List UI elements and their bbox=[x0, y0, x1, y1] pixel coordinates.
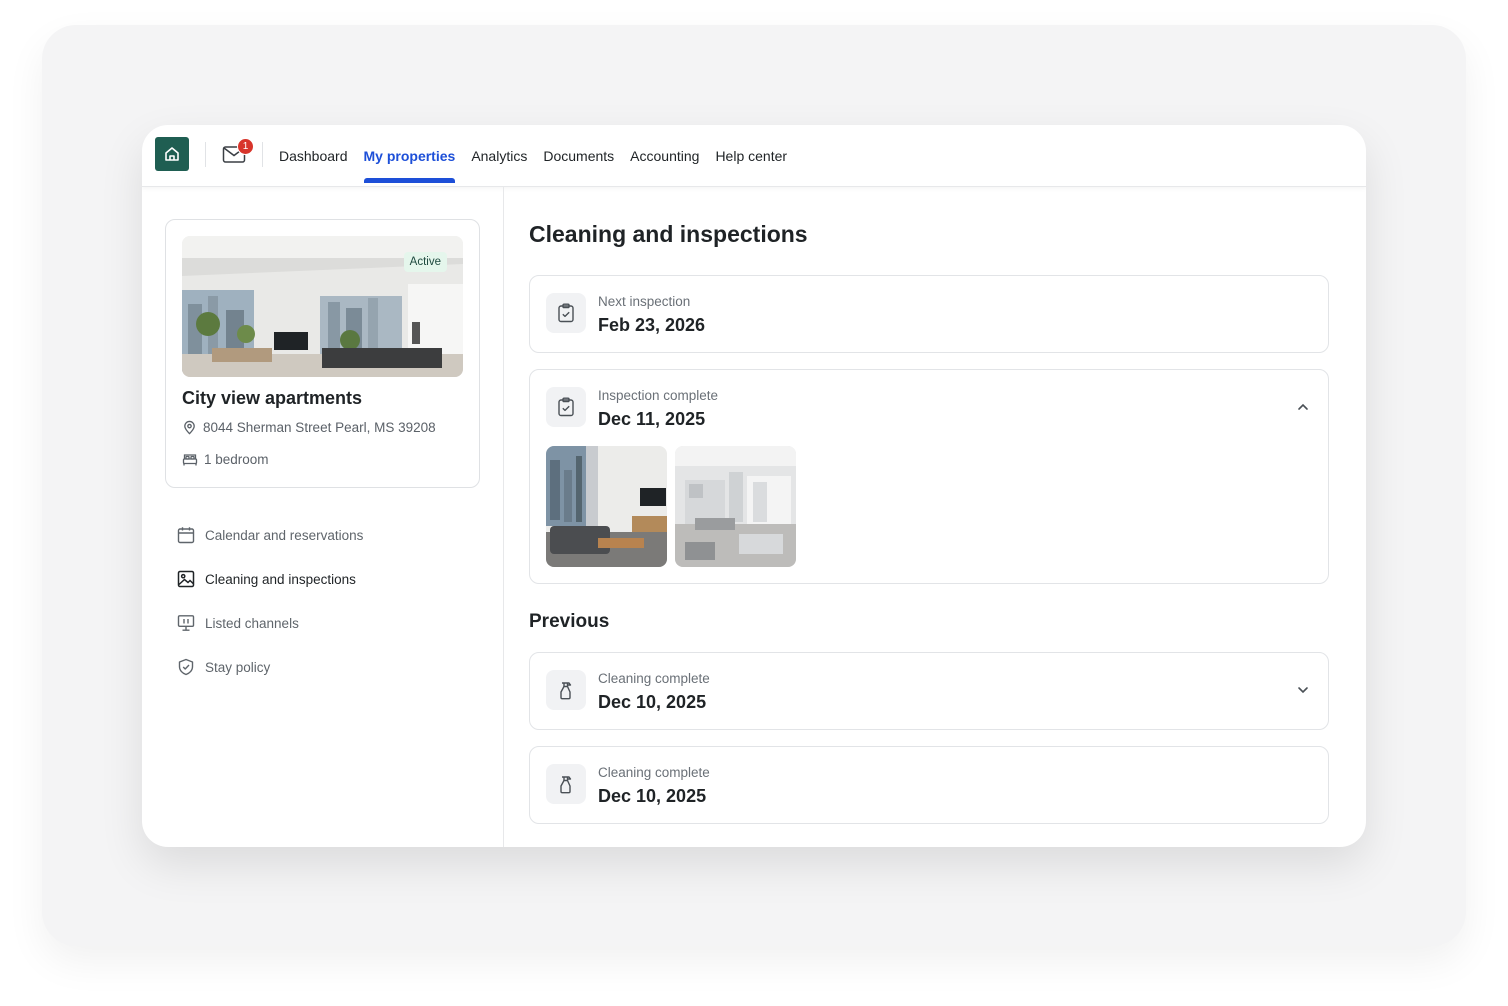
nav-my-properties[interactable]: My properties bbox=[363, 125, 455, 187]
property-bedrooms-row: 1 bedroom bbox=[182, 452, 269, 467]
main-content: Cleaning and inspections Next inspection… bbox=[505, 187, 1366, 847]
property-photo: Active bbox=[182, 236, 463, 377]
chevron-down-icon[interactable] bbox=[1296, 683, 1310, 697]
property-address: 8044 Sherman Street Pearl, MS 39208 bbox=[203, 420, 436, 435]
image-icon bbox=[177, 570, 195, 588]
card-label: Cleaning complete bbox=[598, 765, 710, 780]
home-icon bbox=[165, 147, 179, 161]
sidebar-item-channels[interactable]: Listed channels bbox=[177, 601, 363, 645]
clipboard-check-icon bbox=[558, 303, 574, 323]
card-date: Dec 10, 2025 bbox=[598, 786, 707, 806]
sidebar-item-label: Cleaning and inspections bbox=[205, 571, 356, 587]
card-date: Feb 23, 2026 bbox=[598, 315, 706, 335]
clipboard-check-icon bbox=[558, 397, 574, 417]
inspection-photo[interactable] bbox=[675, 446, 796, 567]
nav-analytics[interactable]: Analytics bbox=[471, 125, 527, 187]
calendar-icon bbox=[177, 527, 195, 544]
sidebar-item-calendar[interactable]: Calendar and reservations bbox=[177, 513, 363, 557]
inspection-photo[interactable] bbox=[546, 446, 667, 567]
card-label: Next inspection bbox=[598, 294, 691, 309]
shield-check-icon bbox=[178, 658, 194, 676]
inspection-photos bbox=[546, 446, 796, 567]
map-pin-icon bbox=[184, 420, 195, 435]
app-window: 1 Dashboard My properties Analytics Docu… bbox=[142, 125, 1366, 847]
bed-icon bbox=[182, 454, 198, 466]
property-name: City view apartments bbox=[182, 388, 363, 408]
card-label: Cleaning complete bbox=[598, 671, 710, 686]
sidebar: Active City view apartments 8044 Sherman… bbox=[142, 187, 504, 847]
nav-divider bbox=[262, 142, 263, 167]
property-address-row: 8044 Sherman Street Pearl, MS 39208 bbox=[182, 420, 436, 435]
inspection-complete-card[interactable]: Inspection complete Dec 11, 2025 bbox=[529, 369, 1329, 584]
cleaning-complete-card[interactable]: Cleaning complete Dec 10, 2025 bbox=[529, 652, 1329, 730]
previous-heading: Previous bbox=[529, 611, 610, 632]
sidebar-item-label: Calendar and reservations bbox=[205, 527, 364, 543]
property-card[interactable]: Active City view apartments 8044 Sherman… bbox=[165, 219, 480, 488]
nav-help-center[interactable]: Help center bbox=[715, 125, 787, 187]
notification-badge: 1 bbox=[237, 138, 254, 155]
spray-bottle-icon bbox=[560, 682, 572, 700]
sidebar-item-cleaning[interactable]: Cleaning and inspections bbox=[177, 557, 363, 601]
sidebar-item-label: Listed channels bbox=[205, 615, 299, 631]
property-bedrooms: 1 bedroom bbox=[204, 452, 269, 467]
card-icon-container bbox=[546, 387, 586, 427]
top-navigation: 1 Dashboard My properties Analytics Docu… bbox=[142, 125, 1366, 187]
nav-accounting[interactable]: Accounting bbox=[630, 125, 699, 187]
card-label: Inspection complete bbox=[598, 388, 719, 403]
chevron-up-icon[interactable] bbox=[1296, 400, 1310, 414]
status-badge: Active bbox=[403, 252, 447, 272]
sidebar-item-stay-policy[interactable]: Stay policy bbox=[177, 645, 363, 689]
home-logo-button[interactable] bbox=[155, 137, 189, 171]
monitor-icon bbox=[177, 615, 195, 631]
page-title: Cleaning and inspections bbox=[529, 221, 808, 247]
nav-divider bbox=[205, 142, 206, 167]
cleaning-complete-card[interactable]: Cleaning complete Dec 10, 2025 bbox=[529, 746, 1329, 824]
card-icon-container bbox=[546, 670, 586, 710]
card-icon-container bbox=[546, 764, 586, 804]
property-menu: Calendar and reservations Cleaning and i… bbox=[177, 513, 363, 689]
spray-bottle-icon bbox=[560, 776, 572, 794]
nav-documents[interactable]: Documents bbox=[543, 125, 614, 187]
card-date: Dec 11, 2025 bbox=[598, 409, 706, 429]
main-nav: Dashboard My properties Analytics Docume… bbox=[279, 125, 787, 187]
nav-dashboard[interactable]: Dashboard bbox=[279, 125, 348, 187]
card-date: Dec 10, 2025 bbox=[598, 692, 707, 712]
next-inspection-card[interactable]: Next inspection Feb 23, 2026 bbox=[529, 275, 1329, 353]
card-icon-container bbox=[546, 293, 586, 333]
sidebar-item-label: Stay policy bbox=[205, 659, 271, 675]
